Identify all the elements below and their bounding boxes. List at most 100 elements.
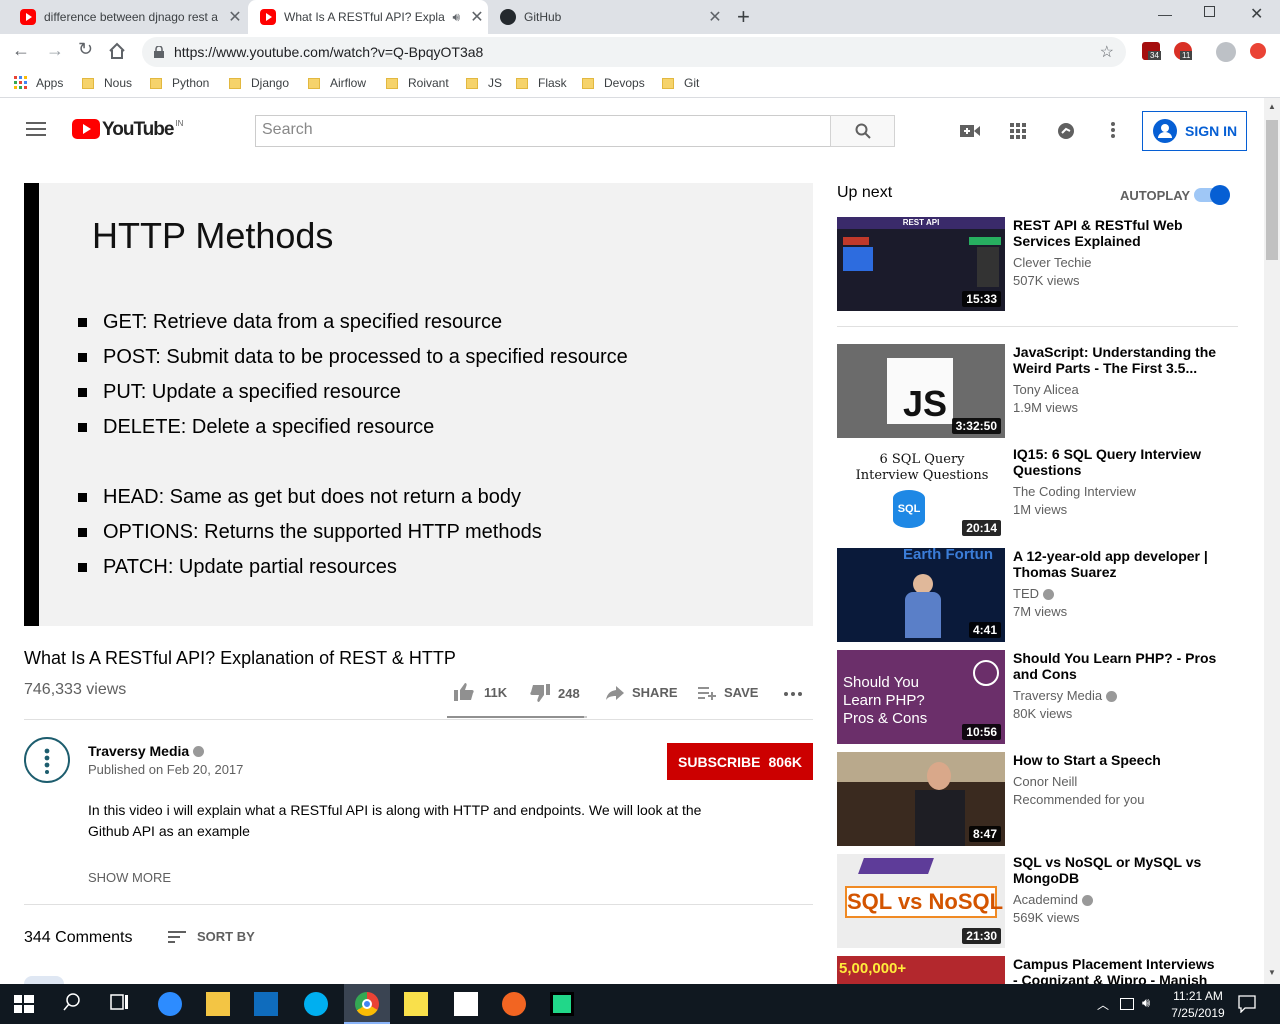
- video-thumbnail[interactable]: Should You Learn PHP? Pros & Cons 10:56: [837, 650, 1005, 744]
- zoom-icon[interactable]: [158, 992, 182, 1016]
- share-button[interactable]: SHARE: [606, 685, 678, 700]
- forward-icon[interactable]: →: [46, 40, 64, 61]
- bookmark-apps[interactable]: Apps: [14, 76, 63, 90]
- sticky-notes-icon[interactable]: [404, 992, 428, 1016]
- subscribe-button[interactable]: SUBSCRIBE 806K: [667, 743, 813, 780]
- tab-github[interactable]: GitHub ✕: [488, 0, 726, 34]
- back-icon[interactable]: ←: [12, 40, 30, 61]
- like-button[interactable]: 11K: [454, 683, 507, 701]
- minimize-button[interactable]: —: [1158, 6, 1172, 22]
- notifications-icon[interactable]: [1238, 995, 1256, 1013]
- up-next-video[interactable]: SQL vs NoSQL 21:30 SQL vs NoSQL or MySQL…: [837, 854, 1237, 950]
- tab-restful-api[interactable]: What Is A RESTful API? Expla 🔊︎ ✕: [248, 0, 488, 34]
- bookmark-star-icon[interactable]: ☆: [1100, 42, 1114, 62]
- more-actions-icon[interactable]: [784, 692, 802, 696]
- create-video-icon[interactable]: [960, 124, 980, 138]
- video-thumbnail[interactable]: 5,00,000+: [837, 956, 1005, 984]
- video-title[interactable]: A 12-year-old app developer | Thomas Sua…: [1013, 548, 1223, 580]
- autoplay-toggle[interactable]: [1194, 185, 1230, 205]
- video-thumbnail[interactable]: Earth Fortun 4:41: [837, 548, 1005, 642]
- tray-expand-icon[interactable]: ︿: [1097, 996, 1109, 1013]
- video-title[interactable]: IQ15: 6 SQL Query Interview Questions: [1013, 446, 1223, 478]
- video-thumbnail[interactable]: 6 SQL Query Interview Questions SQL 20:1…: [837, 446, 1005, 540]
- chrome-taskbar-button[interactable]: [344, 984, 390, 1024]
- new-tab-button[interactable]: +: [737, 4, 750, 30]
- dislike-button[interactable]: 248: [530, 684, 580, 702]
- video-player[interactable]: HTTP Methods GET: Retrieve data from a s…: [24, 183, 813, 626]
- tab-djnago-rest[interactable]: difference between djnago rest a ✕: [8, 0, 246, 34]
- traversy-logo-icon: [973, 660, 999, 686]
- extension-icon[interactable]: 34: [1142, 42, 1161, 60]
- restore-button[interactable]: [1204, 6, 1215, 17]
- scroll-down-arrow[interactable]: ▼: [1268, 968, 1276, 977]
- windows-start-icon[interactable]: [14, 992, 38, 1016]
- sort-by-button[interactable]: SORT BY: [168, 929, 255, 944]
- video-thumbnail[interactable]: JS 3:32:50: [837, 344, 1005, 438]
- menu-icon[interactable]: [26, 122, 46, 136]
- scroll-up-arrow[interactable]: ▲: [1268, 102, 1276, 111]
- up-next-video[interactable]: 5,00,000+ Campus Placement Interviews - …: [837, 956, 1237, 984]
- bookmark-folder[interactable]: JS: [466, 76, 502, 90]
- video-title[interactable]: Campus Placement Interviews - Cognizant …: [1013, 956, 1223, 984]
- bookmark-folder[interactable]: Roivant: [386, 76, 449, 90]
- video-thumbnail[interactable]: 8:47: [837, 752, 1005, 846]
- bookmark-folder[interactable]: Python: [150, 76, 209, 90]
- bookmark-folder[interactable]: Flask: [516, 76, 567, 90]
- channel-avatar[interactable]: [24, 737, 70, 783]
- search-button[interactable]: [830, 115, 895, 147]
- task-view-icon[interactable]: [110, 992, 134, 1016]
- skype-icon[interactable]: [304, 992, 328, 1016]
- close-window-button[interactable]: ✕: [1250, 4, 1263, 24]
- close-icon[interactable]: ✕: [704, 7, 726, 27]
- pycharm-icon[interactable]: [550, 992, 574, 1016]
- video-title[interactable]: REST API & RESTful Web Services Explaine…: [1013, 217, 1223, 249]
- bookmark-folder[interactable]: Git: [662, 76, 699, 90]
- video-title[interactable]: JavaScript: Understanding the Weird Part…: [1013, 344, 1223, 376]
- video-title[interactable]: SQL vs NoSQL or MySQL vs MongoDB: [1013, 854, 1223, 886]
- profile-avatar[interactable]: [1216, 42, 1236, 62]
- update-icon[interactable]: [1250, 43, 1266, 59]
- save-button[interactable]: SAVE: [698, 685, 758, 700]
- up-next-video[interactable]: REST API 15:33 REST API & RESTful Web Se…: [837, 217, 1237, 313]
- up-next-video[interactable]: Earth Fortun 4:41 A 12-year-old app deve…: [837, 548, 1237, 644]
- search-input[interactable]: Search: [255, 115, 831, 147]
- address-bar[interactable]: https://www.youtube.com/watch?v=Q-BpqyOT…: [142, 37, 1126, 67]
- up-next-video[interactable]: 6 SQL Query Interview Questions SQL 20:1…: [837, 446, 1237, 542]
- slide-title: HTTP Methods: [92, 215, 334, 256]
- close-icon[interactable]: ✕: [466, 7, 488, 27]
- video-title[interactable]: Should You Learn PHP? - Pros and Cons: [1013, 650, 1223, 682]
- channel-name[interactable]: Traversy Media: [88, 743, 205, 759]
- bookmark-folder[interactable]: Django: [229, 76, 289, 90]
- bookmark-folder[interactable]: Devops: [582, 76, 645, 90]
- page-scrollbar[interactable]: ▲ ▼: [1264, 98, 1280, 984]
- notepad-icon[interactable]: [454, 992, 478, 1016]
- postman-icon[interactable]: [502, 992, 526, 1016]
- scrollbar-thumb[interactable]: [1266, 120, 1278, 260]
- file-explorer-icon[interactable]: [206, 992, 230, 1016]
- network-icon[interactable]: [1120, 998, 1134, 1010]
- video-thumbnail[interactable]: SQL vs NoSQL 21:30: [837, 854, 1005, 948]
- up-next-video[interactable]: Should You Learn PHP? Pros & Cons 10:56 …: [837, 650, 1237, 746]
- reload-icon[interactable]: ↻: [78, 39, 93, 60]
- apps-grid-icon[interactable]: [1010, 123, 1026, 139]
- home-icon[interactable]: [108, 42, 126, 60]
- clock[interactable]: 11:21 AM 7/25/2019: [1160, 988, 1236, 1022]
- video-thumbnail[interactable]: REST API 15:33: [837, 217, 1005, 311]
- volume-icon[interactable]: 🔊︎: [1142, 995, 1150, 1011]
- close-icon[interactable]: ✕: [224, 7, 246, 27]
- show-more-button[interactable]: SHOW MORE: [88, 870, 171, 885]
- apps-grid-icon: [14, 76, 27, 89]
- bookmark-folder[interactable]: Airflow: [308, 76, 366, 90]
- bookmark-folder[interactable]: Nous: [82, 76, 132, 90]
- youtube-logo[interactable]: YouTube IN: [72, 119, 183, 141]
- sign-in-button[interactable]: SIGN IN: [1142, 111, 1247, 151]
- up-next-video[interactable]: 8:47 How to Start a Speech Conor Neill R…: [837, 752, 1237, 848]
- speaker-icon[interactable]: 🔊︎: [452, 10, 460, 25]
- search-icon[interactable]: [62, 992, 86, 1016]
- video-title[interactable]: How to Start a Speech: [1013, 752, 1223, 768]
- up-next-video[interactable]: JS 3:32:50 JavaScript: Understanding the…: [837, 344, 1237, 440]
- outlook-icon[interactable]: [254, 992, 278, 1016]
- messages-icon[interactable]: [1057, 122, 1075, 140]
- extension-icon[interactable]: 11: [1174, 42, 1193, 60]
- more-options-icon[interactable]: [1111, 122, 1115, 138]
